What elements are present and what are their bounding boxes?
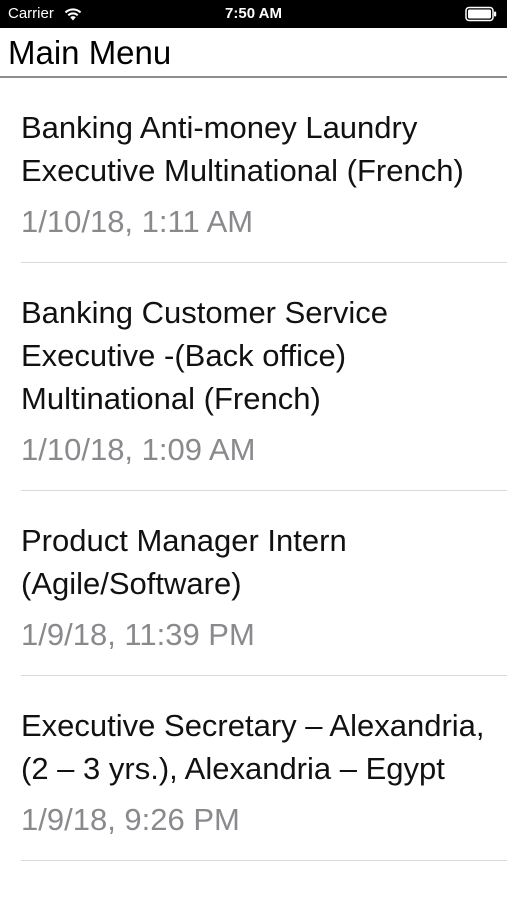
row-divider <box>21 860 507 861</box>
list-item-title: Executive Secretary – Alexandria, (2 – 3… <box>21 708 485 786</box>
status-bar: Carrier 7:50 AM <box>0 0 507 28</box>
list-item[interactable]: Banking Anti-money Laundry Executive Mul… <box>0 78 507 263</box>
page-title: Main Menu <box>8 34 172 71</box>
list-item-date: 1/9/18, 9:26 PM <box>21 802 240 837</box>
list-item-title: Product Manager Intern (Agile/Software) <box>21 523 347 601</box>
list-item[interactable]: Banking Customer Service Executive -(Bac… <box>0 263 507 491</box>
list-item[interactable]: Product Manager Intern (Agile/Software) … <box>0 491 507 676</box>
list-item-title: Banking Anti-money Laundry Executive Mul… <box>21 110 464 188</box>
list-item-date: 1/9/18, 11:39 PM <box>21 617 255 652</box>
status-time: 7:50 AM <box>225 5 282 22</box>
list-item-date: 1/10/18, 1:11 AM <box>21 204 254 239</box>
list-item[interactable]: Executive Secretary – Alexandria, (2 – 3… <box>0 676 507 861</box>
list-item-title: Banking Customer Service Executive -(Bac… <box>21 295 388 416</box>
navigation-bar: Main Menu <box>0 28 507 78</box>
battery-icon <box>465 6 497 22</box>
list-item-date: 1/10/18, 1:09 AM <box>21 432 256 467</box>
job-list[interactable]: Banking Anti-money Laundry Executive Mul… <box>0 78 507 861</box>
